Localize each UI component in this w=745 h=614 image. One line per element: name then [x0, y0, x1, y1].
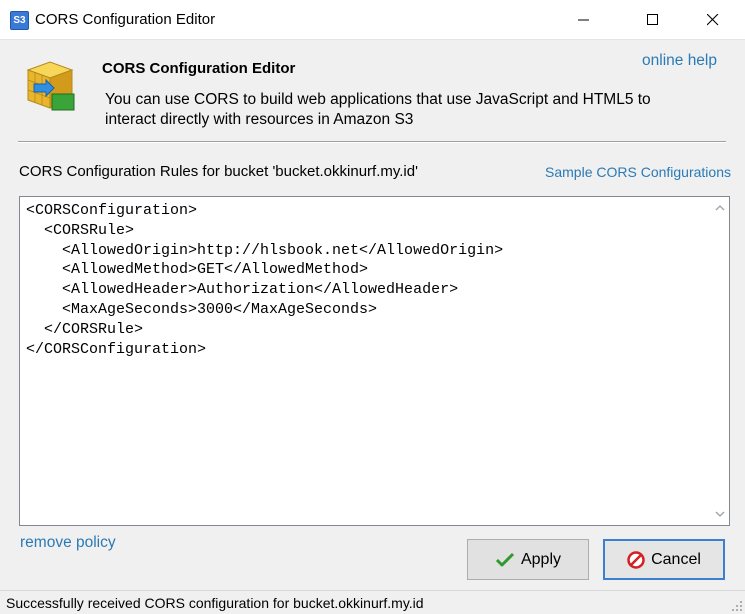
cors-xml-text[interactable]: <CORSConfiguration> <CORSRule> <AllowedO…: [26, 201, 503, 359]
scroll-up-icon[interactable]: [715, 203, 725, 213]
close-button[interactable]: [690, 0, 736, 39]
cancel-label: Cancel: [651, 550, 701, 568]
status-text: Successfully received CORS configuration…: [6, 595, 424, 611]
resize-grip-icon[interactable]: [731, 600, 743, 612]
status-bar: Successfully received CORS configuration…: [0, 590, 745, 614]
minimize-icon: [578, 19, 589, 21]
minimize-button[interactable]: [561, 0, 607, 39]
cors-xml-editor[interactable]: <CORSConfiguration> <CORSRule> <AllowedO…: [19, 196, 730, 526]
cancel-button[interactable]: Cancel: [603, 539, 725, 580]
apply-label: Apply: [520, 550, 562, 568]
s3-app-icon: S3: [10, 11, 29, 30]
header-title: CORS Configuration Editor: [102, 60, 296, 77]
checkmark-icon: [495, 552, 515, 566]
title-bar: S3 CORS Configuration Editor: [0, 0, 745, 40]
remove-policy-link[interactable]: remove policy: [20, 534, 116, 552]
scroll-down-icon[interactable]: [715, 509, 725, 519]
cancel-icon: [627, 550, 645, 569]
maximize-button[interactable]: [630, 0, 676, 39]
online-help-link[interactable]: online help: [642, 52, 717, 70]
maximize-icon: [647, 14, 658, 25]
sample-cors-link[interactable]: Sample CORS Configurations: [545, 164, 731, 180]
header-description: You can use CORS to build web applicatio…: [105, 91, 651, 128]
cors-cube-icon: [26, 61, 75, 111]
header-divider: [18, 141, 726, 143]
rules-label: CORS Configuration Rules for bucket 'buc…: [19, 163, 418, 180]
apply-button[interactable]: Apply: [467, 539, 589, 580]
editor-scrollbar[interactable]: [710, 197, 729, 525]
window-title: CORS Configuration Editor: [35, 11, 216, 28]
close-icon: [707, 14, 719, 26]
